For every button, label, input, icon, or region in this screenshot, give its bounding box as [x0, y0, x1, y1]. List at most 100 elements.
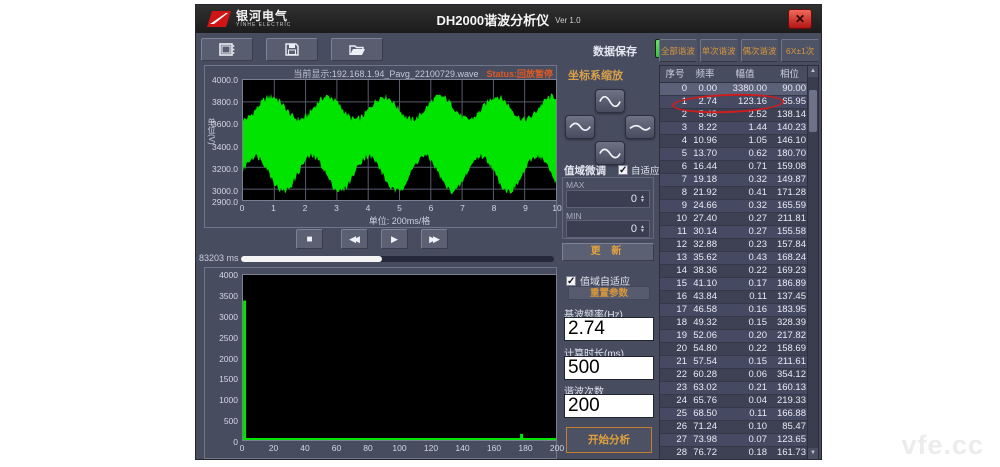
- calc-length-input[interactable]: [564, 356, 654, 380]
- table-cell: 219.33: [770, 395, 809, 407]
- table-cell: 0.71: [720, 161, 770, 173]
- min-input[interactable]: [567, 221, 637, 237]
- table-cell: 0.15: [720, 356, 770, 368]
- spectrum-plot[interactable]: [242, 274, 557, 441]
- table-row[interactable]: 1643.840.11137.45: [660, 291, 818, 304]
- table-row[interactable]: 2671.240.1085.47: [660, 421, 818, 434]
- table-row[interactable]: 1130.140.27155.58: [660, 226, 818, 239]
- harmonic-count-input[interactable]: [564, 394, 654, 418]
- open-file-button[interactable]: [331, 38, 383, 61]
- table-cell: 328.39: [770, 317, 809, 329]
- update-button[interactable]: 更 新: [562, 243, 654, 261]
- table-cell: 0.10: [720, 421, 770, 433]
- max-spinner[interactable]: ▲▼: [566, 190, 650, 208]
- sine-down-icon: [599, 148, 621, 159]
- spinner-arrows-icon[interactable]: ▲▼: [637, 221, 648, 237]
- table-row[interactable]: 924.660.32165.59: [660, 200, 818, 213]
- table-scrollbar[interactable]: ▲ ▼: [807, 66, 818, 459]
- table-cell: 13: [660, 252, 690, 264]
- value-autofit-checkbox[interactable]: ✓: [566, 276, 576, 286]
- table-cell: 0.32: [720, 174, 770, 186]
- close-button[interactable]: ✕: [788, 9, 812, 29]
- autofit-checkbox[interactable]: ✓: [618, 165, 628, 175]
- scroll-down-icon[interactable]: ▼: [808, 448, 818, 459]
- waveform-plot[interactable]: [242, 79, 557, 201]
- wave-x-unit-label: 单位: 200ms/格: [242, 214, 557, 227]
- display-mode-button[interactable]: [201, 38, 253, 61]
- save-button[interactable]: [266, 38, 318, 61]
- scroll-up-icon[interactable]: ▲: [808, 66, 818, 77]
- table-cell: 11: [660, 226, 690, 238]
- zoom-up-button[interactable]: [595, 89, 625, 113]
- play-button[interactable]: ▶: [381, 229, 408, 249]
- table-row[interactable]: 1746.580.16183.95: [660, 304, 818, 317]
- table-cell: 43.84: [690, 291, 720, 303]
- zoom-right-button[interactable]: [625, 115, 655, 139]
- table-row[interactable]: 2465.760.04219.33: [660, 395, 818, 408]
- max-label: MAX: [566, 180, 584, 190]
- fund-freq-input[interactable]: [564, 317, 654, 341]
- table-row[interactable]: 2157.540.15211.61: [660, 356, 818, 369]
- zoom-left-button[interactable]: [565, 115, 595, 139]
- table-row[interactable]: 719.180.32149.87: [660, 174, 818, 187]
- autofit-checkbox-row[interactable]: ✓ 自适应: [618, 163, 660, 177]
- table-cell: 8: [660, 187, 690, 199]
- table-row[interactable]: 1232.880.23157.84: [660, 239, 818, 252]
- table-cell: 28: [660, 447, 690, 459]
- table-cell: 0.18: [720, 447, 770, 459]
- filter-6x1-harmonics-button[interactable]: 6X±1次: [781, 39, 819, 62]
- table-row[interactable]: 1027.400.27211.81: [660, 213, 818, 226]
- table-cell: 21: [660, 356, 690, 368]
- sine-right-icon: [629, 122, 651, 133]
- spinner-arrows-icon[interactable]: ▲▼: [637, 191, 648, 207]
- table-cell: 0.22: [720, 265, 770, 277]
- table-row[interactable]: 2568.500.11166.88: [660, 408, 818, 421]
- harmonic-table: 序号 频率 幅值 相位 00.003380.0090.0012.74123.16…: [659, 65, 819, 460]
- spectrum-chart: [243, 275, 556, 440]
- table-cell: 0.27: [720, 213, 770, 225]
- table-row[interactable]: 410.961.05146.10: [660, 135, 818, 148]
- scrollbar-thumb[interactable]: [809, 90, 817, 132]
- table-row[interactable]: 1438.360.22169.23: [660, 265, 818, 278]
- filter-even-harmonics-button[interactable]: 偶次谐波: [741, 39, 779, 62]
- table-row[interactable]: 1541.100.17186.89: [660, 278, 818, 291]
- table-cell: 180.70: [770, 148, 809, 160]
- table-row[interactable]: 38.221.44140.23: [660, 122, 818, 135]
- table-cell: 165.59: [770, 200, 809, 212]
- playback-progress-bar[interactable]: [241, 256, 554, 262]
- max-input[interactable]: [567, 191, 637, 207]
- table-row[interactable]: 2773.980.07123.65: [660, 434, 818, 447]
- zoom-down-button[interactable]: [595, 141, 625, 165]
- table-cell: 54.80: [690, 343, 720, 355]
- table-cell: 0.07: [720, 434, 770, 446]
- table-row[interactable]: 1952.060.20217.82: [660, 330, 818, 343]
- table-cell: 138.14: [770, 109, 809, 121]
- table-row[interactable]: 513.700.62180.70: [660, 148, 818, 161]
- table-row[interactable]: 821.920.41171.28: [660, 187, 818, 200]
- filter-odd-harmonics-button[interactable]: 单次谐波: [700, 39, 738, 62]
- table-cell: 0.23: [720, 239, 770, 251]
- stop-button[interactable]: ■: [296, 229, 323, 249]
- table-row[interactable]: 2876.720.18161.73: [660, 447, 818, 460]
- brand-name: 银河电气: [236, 10, 291, 22]
- table-row[interactable]: 1335.620.43168.24: [660, 252, 818, 265]
- table-row[interactable]: 2054.800.22158.69: [660, 343, 818, 356]
- table-row[interactable]: 1849.320.15328.39: [660, 317, 818, 330]
- table-cell: 0.15: [720, 317, 770, 329]
- min-spinner[interactable]: ▲▼: [566, 220, 650, 238]
- table-row[interactable]: 2363.020.21160.13: [660, 382, 818, 395]
- table-row[interactable]: 616.440.71159.08: [660, 161, 818, 174]
- table-cell: 19: [660, 330, 690, 342]
- rewind-button[interactable]: ◀◀: [341, 229, 368, 249]
- app-title: DH2000谐波分析仪: [436, 10, 549, 29]
- fast-forward-button[interactable]: ▶▶: [421, 229, 448, 249]
- table-cell: 0.11: [720, 408, 770, 420]
- start-analysis-button[interactable]: 开始分析: [566, 427, 652, 453]
- table-cell: 137.45: [770, 291, 809, 303]
- filter-all-harmonics-button[interactable]: 全部谐波: [659, 39, 697, 62]
- table-row[interactable]: 2260.280.06354.12: [660, 369, 818, 382]
- reset-params-button[interactable]: 重置参数: [568, 286, 650, 300]
- brand-logo: 银河电气 YINHE ELECTRIC: [204, 9, 291, 29]
- play-icon: ▶: [391, 234, 398, 245]
- table-cell: 123.65: [770, 434, 809, 446]
